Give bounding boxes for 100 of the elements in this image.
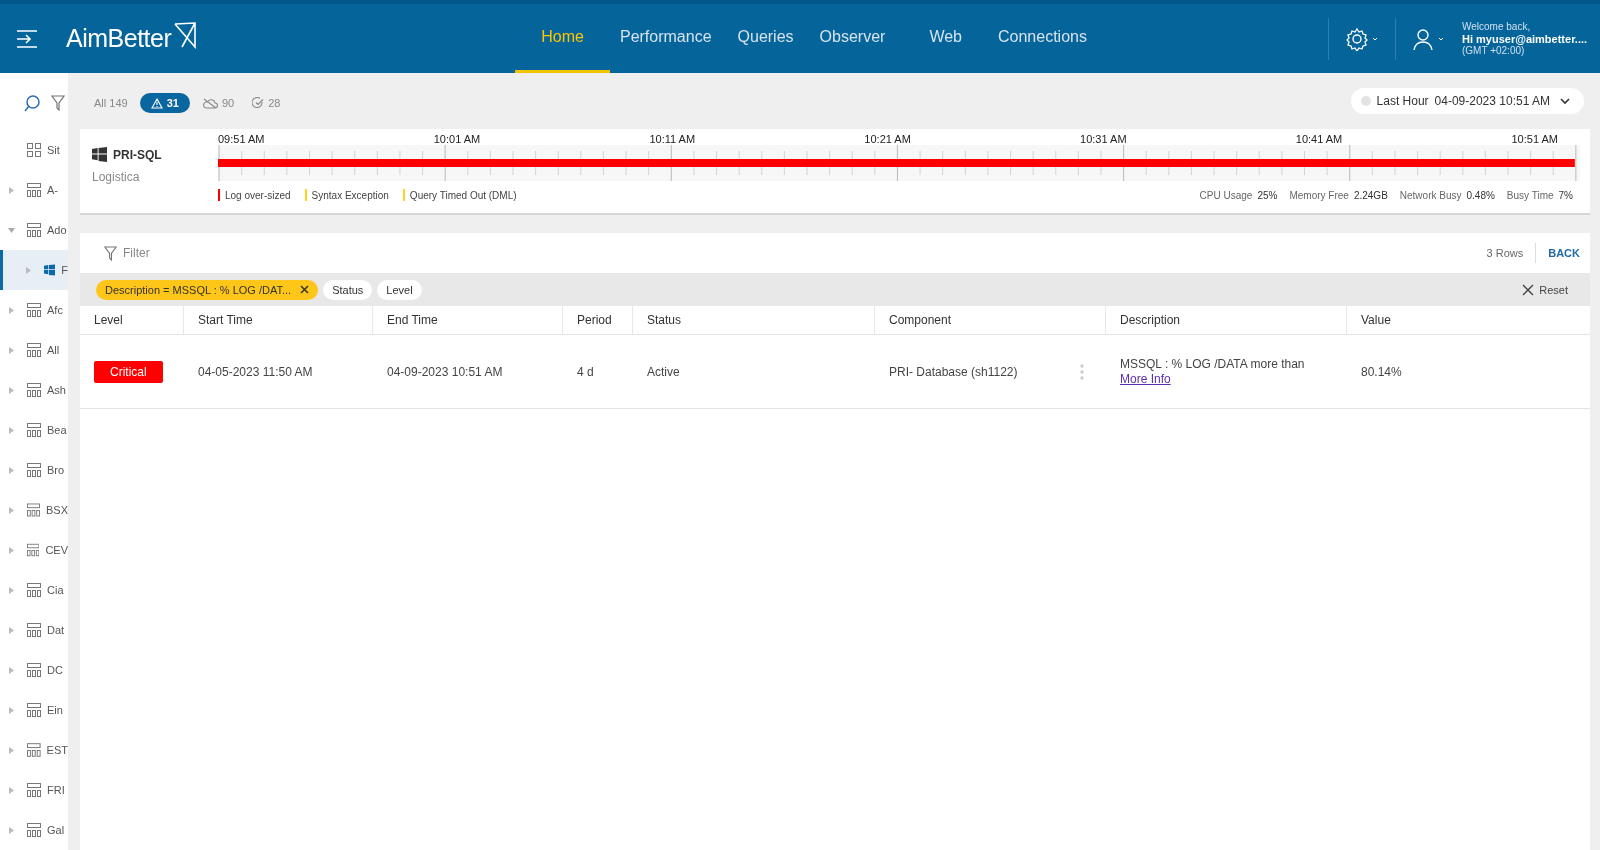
status-filter[interactable]: 31 <box>139 93 190 113</box>
column-header[interactable]: Component <box>875 306 1106 334</box>
tree-item[interactable]: FRI <box>0 770 68 810</box>
tree-item[interactable]: Afc <box>0 290 68 330</box>
stat-value: 0.48% <box>1466 189 1495 201</box>
tree-label: Ash <box>47 384 66 396</box>
caret-icon[interactable] <box>8 386 15 394</box>
filter-icon[interactable] <box>51 95 65 111</box>
caret-icon[interactable] <box>8 826 15 834</box>
server-rack-icon <box>27 503 40 517</box>
tree-label: F <box>61 264 68 276</box>
caret-icon[interactable] <box>8 466 15 474</box>
tree-item[interactable]: Ash <box>0 370 68 410</box>
server-rack-icon <box>27 343 41 357</box>
tree-item[interactable]: A- <box>0 170 68 210</box>
nav-tab[interactable]: Performance <box>607 4 724 73</box>
stat-label: Network Busy <box>1399 189 1462 201</box>
server-rack-icon <box>27 223 41 237</box>
nav-tab[interactable]: Web <box>917 4 974 73</box>
caret-icon[interactable] <box>8 546 15 554</box>
tree-label: EST <box>46 744 68 756</box>
nav-tab[interactable]: Connections <box>986 4 1099 73</box>
filter-chip[interactable]: Level <box>377 279 422 300</box>
tree-item[interactable]: Dat <box>0 610 68 650</box>
legend-label: Query Timed Out (DML) <box>409 189 517 201</box>
column-header[interactable]: Value <box>1347 306 1590 334</box>
stat-label: CPU Usage <box>1199 189 1253 201</box>
server-rack-icon <box>27 783 41 797</box>
caret-icon[interactable] <box>8 506 15 514</box>
tree-item[interactable]: Bro <box>0 450 68 490</box>
column-header[interactable]: End Time <box>373 306 563 334</box>
server-rack-icon <box>27 663 41 677</box>
tree-item[interactable]: BSX <box>0 490 68 530</box>
caret-icon[interactable] <box>8 586 15 594</box>
column-header[interactable]: Description <box>1106 306 1347 334</box>
more-icon[interactable] <box>1080 363 1084 380</box>
status-dot <box>1360 96 1371 106</box>
filter-button[interactable]: Filter <box>98 244 156 262</box>
stat-label: Busy Time <box>1506 189 1554 201</box>
time-label: 09:51 AM <box>218 133 265 145</box>
server-rack-icon <box>27 623 41 637</box>
time-label: 10:11 AM <box>649 133 696 145</box>
level-badge: Critical <box>94 360 163 383</box>
caret-icon[interactable] <box>8 426 15 434</box>
column-header[interactable]: Start Time <box>184 306 373 334</box>
table-cell: 4 d <box>577 364 594 379</box>
tree-item[interactable]: Ado <box>0 210 68 250</box>
nav-tab[interactable]: Observer <box>807 4 898 73</box>
customer-name: Logistica <box>92 170 141 184</box>
logo-text[interactable]: AimBetter <box>66 24 172 53</box>
tree-item[interactable]: All <box>0 330 68 370</box>
legend-label: Log over-sized <box>225 189 291 201</box>
caret-icon[interactable] <box>8 666 15 674</box>
tree-item[interactable]: Ein <box>0 690 68 730</box>
close-icon[interactable] <box>300 285 310 294</box>
nav-tab[interactable]: Home <box>515 4 610 73</box>
reset-button[interactable]: Reset <box>1516 282 1574 297</box>
caret-icon[interactable] <box>8 706 15 714</box>
user-icon[interactable] <box>1412 26 1446 51</box>
time-range-picker[interactable]: Last Hour 04-09-2023 10:51 AM <box>1350 88 1584 114</box>
user-name[interactable]: Hi myuser@aimbetter.... <box>1462 32 1590 45</box>
settings-icon[interactable] <box>1345 26 1379 51</box>
time-label: 10:01 AM <box>433 133 481 145</box>
tree-label: Dat <box>47 624 65 636</box>
tree-item[interactable]: CEV <box>0 530 68 570</box>
time-label: 10:41 AM <box>1295 133 1343 145</box>
tree-label: Gal <box>47 824 65 836</box>
tree-label: Bro <box>47 464 65 476</box>
filter-chip[interactable]: Description = MSSQL : % LOG /DAT... <box>96 279 319 300</box>
welcome-text: Welcome back, <box>1462 20 1532 33</box>
search-icon[interactable] <box>24 95 41 112</box>
column-header[interactable]: Period <box>563 306 633 334</box>
more-info-link[interactable]: More Info <box>1120 372 1171 386</box>
tree-item[interactable]: Sit <box>0 130 68 170</box>
tree-item[interactable]: Bea <box>0 410 68 450</box>
tree-label: Cia <box>47 584 64 596</box>
caret-icon[interactable] <box>8 346 15 354</box>
server-rack-icon <box>27 743 41 757</box>
caret-icon[interactable] <box>8 746 15 754</box>
tree-item[interactable]: EST <box>0 730 68 770</box>
server-name[interactable]: PRI-SQL <box>113 147 162 162</box>
caret-icon[interactable] <box>8 226 15 234</box>
column-header[interactable]: Level <box>80 306 184 334</box>
tree-label: Ado <box>47 224 67 236</box>
nav-tab[interactable]: Queries <box>725 4 806 73</box>
caret-icon[interactable] <box>8 186 15 194</box>
tree-item[interactable]: F <box>0 250 68 290</box>
caret-icon[interactable] <box>8 786 15 794</box>
tree-item[interactable]: Cia <box>0 570 68 610</box>
time-label: 10:21 AM <box>864 133 911 145</box>
tree-label: Sit <box>47 144 60 156</box>
column-header[interactable]: Status <box>633 306 875 334</box>
caret-icon[interactable] <box>25 266 32 274</box>
filter-chip[interactable]: Status <box>323 279 373 300</box>
back-button[interactable]: BACK <box>1548 247 1580 259</box>
tree-item[interactable]: DC <box>0 650 68 690</box>
tree-item[interactable]: Gal <box>0 810 68 850</box>
caret-icon[interactable] <box>8 626 15 634</box>
menu-icon[interactable] <box>16 29 38 48</box>
caret-icon[interactable] <box>8 306 15 314</box>
